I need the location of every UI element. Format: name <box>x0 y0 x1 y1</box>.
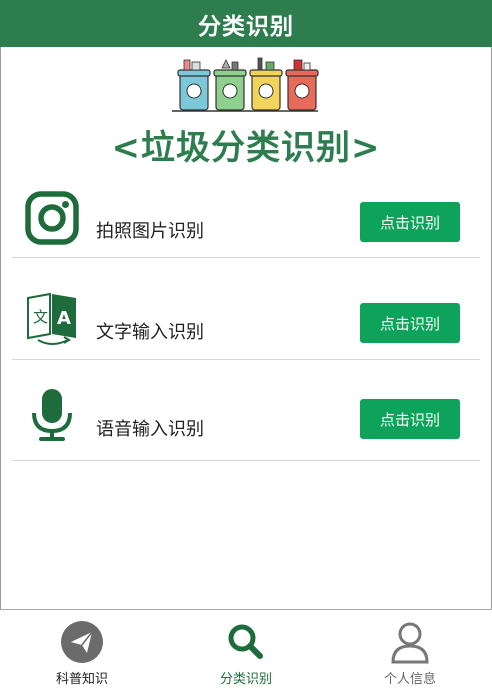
microphone-icon <box>32 389 72 441</box>
divider <box>12 359 480 360</box>
recognition-row-voice: 语音输入识别 点击识别 <box>12 361 480 461</box>
tab-label: 科普知识 <box>55 672 108 687</box>
photo-recognition-label: 拍照图片识别 <box>96 221 204 242</box>
paper-plane-icon <box>61 621 103 663</box>
trash-bins-illustration <box>172 57 319 112</box>
tab-personal-info[interactable]: 个人信息 <box>328 610 492 694</box>
search-icon <box>228 624 263 659</box>
voice-recognition-label: 语音输入识别 <box>96 419 204 440</box>
voice-recognize-button[interactable]: 点击识别 <box>360 399 460 439</box>
text-recognition-label: 文字输入识别 <box>96 322 204 343</box>
recognition-row-photo: 拍照图片识别 点击识别 <box>12 158 480 258</box>
divider <box>12 460 480 461</box>
bottom-tab-bar: 科普知识 分类识别 个人信息 <box>0 609 492 694</box>
header-bar: 分类识别 <box>0 0 492 47</box>
camera-icon <box>25 191 79 245</box>
photo-recognize-button[interactable]: 点击识别 <box>360 202 460 242</box>
svg-text:A: A <box>57 308 71 329</box>
tab-label: 分类识别 <box>219 672 272 687</box>
divider <box>12 257 480 258</box>
svg-text:文: 文 <box>33 308 48 326</box>
user-icon <box>391 622 429 664</box>
tab-science-knowledge[interactable]: 科普知识 <box>0 610 164 694</box>
tab-classify-recognize[interactable]: 分类识别 <box>164 610 328 694</box>
recognition-row-text: 文 A 文字输入识别 点击识别 <box>12 260 480 360</box>
tab-label: 个人信息 <box>383 672 436 687</box>
text-recognize-button[interactable]: 点击识别 <box>360 303 460 343</box>
translate-icon: 文 A <box>27 292 76 345</box>
page-title: 分类识别 <box>198 13 294 40</box>
